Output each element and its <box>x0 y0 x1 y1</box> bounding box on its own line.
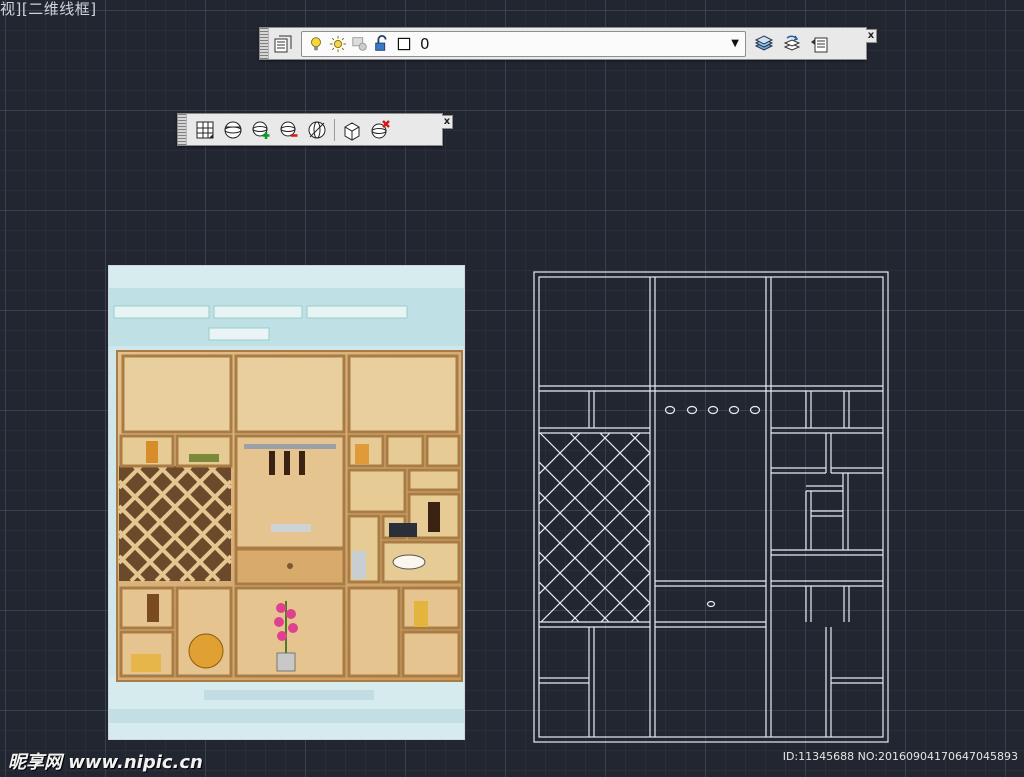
wireframe-box-button[interactable] <box>191 116 219 144</box>
sphere-delete-icon <box>371 119 390 138</box>
toolbar-grip[interactable] <box>260 28 269 59</box>
close-icon[interactable]: x <box>866 29 877 43</box>
layer-states-button[interactable] <box>750 30 778 58</box>
site-watermark: 昵享网 www.nipic.cn <box>8 752 203 773</box>
close-icon[interactable]: x <box>442 115 453 129</box>
lock-open-icon[interactable] <box>372 34 392 54</box>
box-3d-icon <box>344 121 360 141</box>
view-toolbar: x <box>177 113 453 146</box>
make-current-button[interactable] <box>778 30 806 58</box>
cabinet-elevation-wireframe <box>533 271 889 743</box>
layer-properties-icon <box>274 35 292 52</box>
make-current-icon <box>783 35 801 51</box>
cad-cabinet-drawing[interactable] <box>530 268 892 750</box>
wireframe-box-icon <box>196 121 214 138</box>
layer-previous-icon <box>811 37 828 52</box>
sphere-add-button[interactable] <box>247 116 275 144</box>
sphere-button[interactable] <box>219 116 247 144</box>
sphere-subtract-button[interactable] <box>275 116 303 144</box>
lightbulb-on-icon[interactable] <box>306 34 326 54</box>
wine-cabinet-photo[interactable] <box>108 265 465 740</box>
cabinet-photo-illustration <box>109 266 464 739</box>
chevron-down-icon[interactable]: ▼ <box>731 38 739 49</box>
sphere-icon <box>224 121 242 138</box>
image-id-watermark: ID:11345688 NO:20160904170647045893 <box>782 750 1018 763</box>
toolbar-separator <box>334 118 335 141</box>
layers-toolbar: 0 ▼ x <box>259 27 877 60</box>
layer-states-icon <box>754 34 774 51</box>
toolbar-grip[interactable] <box>178 114 187 145</box>
layer-previous-button[interactable] <box>806 30 834 58</box>
box-3d-button[interactable] <box>338 116 366 144</box>
sun-freeze-icon[interactable] <box>328 34 348 54</box>
color-swatch-icon[interactable] <box>394 34 414 54</box>
viewport-freeze-icon[interactable] <box>350 34 370 54</box>
layer-properties-button[interactable] <box>269 30 297 58</box>
viewport-label[interactable]: 视][二维线框] <box>0 0 97 19</box>
sphere-nosym-icon <box>308 121 326 138</box>
sphere-nosym-button[interactable] <box>303 116 331 144</box>
sphere-subtract-icon <box>280 121 298 137</box>
layer-combo[interactable]: 0 ▼ <box>301 30 746 57</box>
current-layer-name: 0 <box>420 34 430 53</box>
sphere-add-icon <box>252 121 270 139</box>
sphere-delete-button[interactable] <box>366 116 394 144</box>
